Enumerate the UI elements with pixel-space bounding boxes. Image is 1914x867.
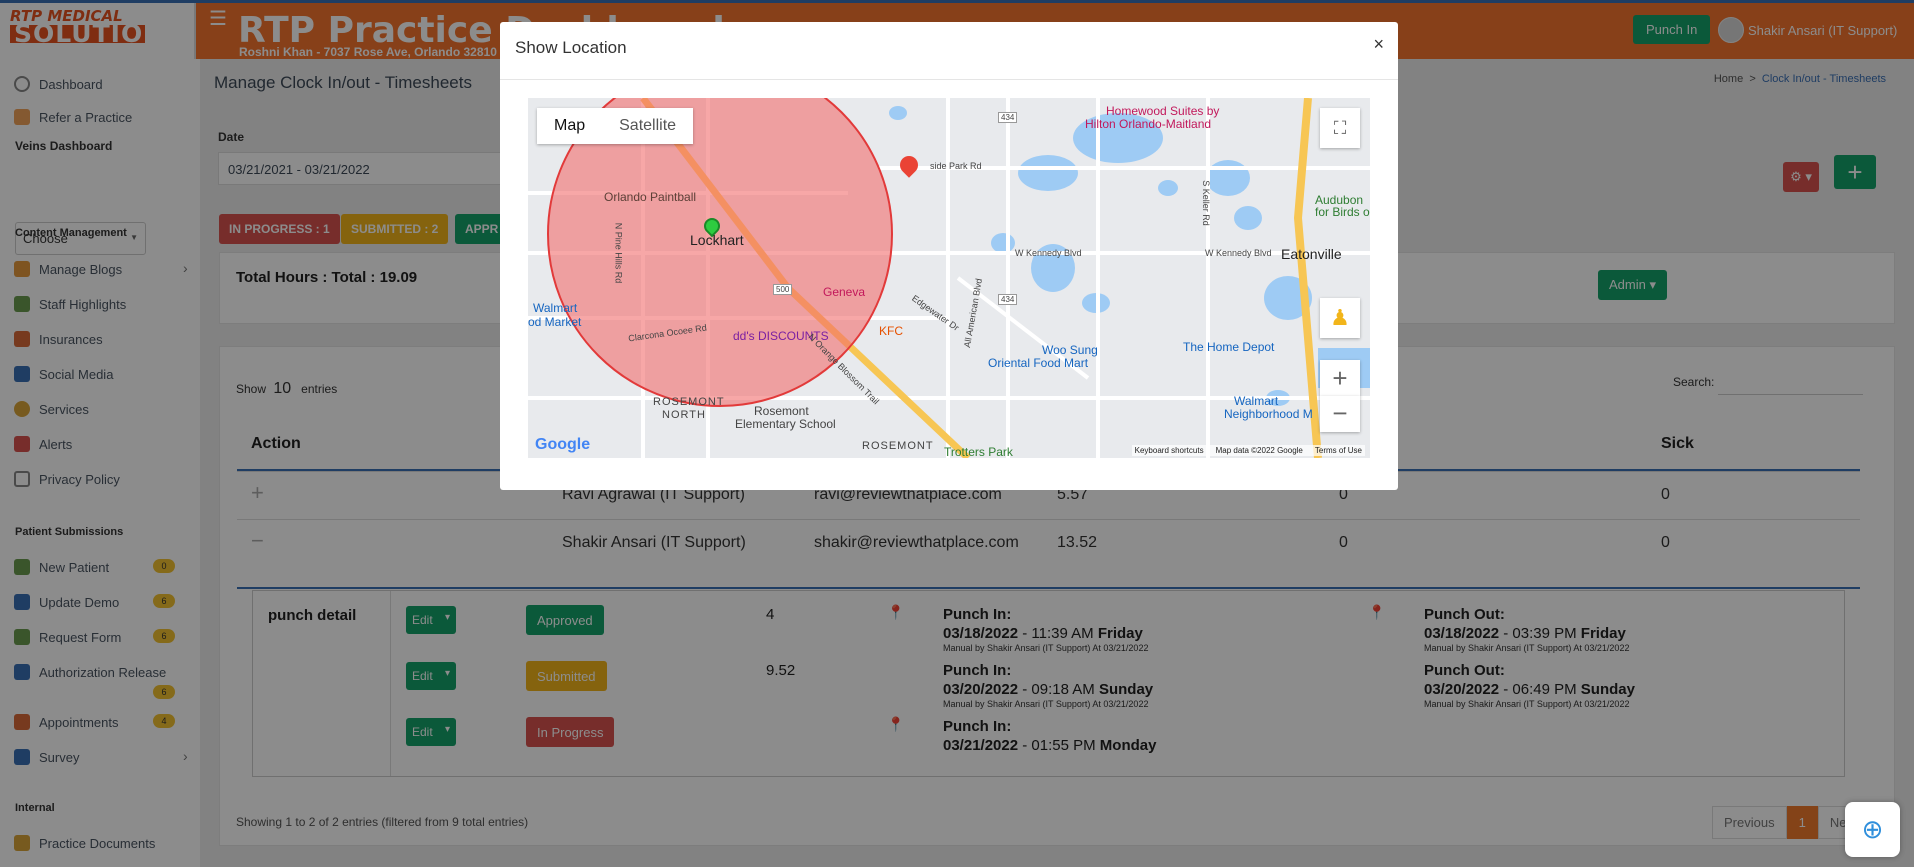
- google-logo: Google: [535, 436, 591, 453]
- map-label: N Pine Hills Rd: [613, 222, 624, 284]
- fullscreen-icon[interactable]: ⛶: [1320, 108, 1360, 148]
- map-label: Oriental Food Mart: [988, 356, 1089, 370]
- show-location-modal: Show Location × Map Satellite ⛶ ♟ + − Ho…: [500, 22, 1398, 490]
- map-label: Woo Sung: [1042, 343, 1098, 357]
- map-label: W Kennedy Blvd: [1015, 248, 1082, 258]
- map-label: Walmart: [533, 301, 578, 315]
- close-icon[interactable]: ×: [1373, 34, 1384, 55]
- map-type-tabs: Map Satellite: [537, 108, 694, 144]
- map-label: side Park Rd: [930, 161, 982, 171]
- route-shield: 434: [998, 294, 1018, 305]
- map-label: NORTH: [662, 409, 706, 421]
- terms-link[interactable]: Terms of Use: [1315, 446, 1362, 455]
- map-tab[interactable]: Map: [537, 108, 602, 144]
- map-label: Trotters Park: [944, 445, 1013, 458]
- map-label: ROSEMONT: [862, 440, 934, 452]
- divider: [500, 79, 1398, 80]
- map-label: Geneva: [823, 285, 866, 299]
- route-shield: 500: [773, 284, 793, 295]
- map-label: Homewood Suites by: [1106, 104, 1220, 118]
- map-label: The Home Depot: [1183, 340, 1275, 354]
- map-label: W Kennedy Blvd: [1205, 248, 1272, 258]
- satellite-tab[interactable]: Satellite: [602, 108, 693, 144]
- map-label: od Market: [528, 315, 582, 329]
- map-label: Hilton Orlando-Maitland: [1085, 117, 1212, 131]
- map-label: Eatonville: [1281, 246, 1342, 262]
- map[interactable]: Map Satellite ⛶ ♟ + − Homewood Suites by…: [528, 98, 1370, 458]
- map-label: S Keller Rd: [1200, 180, 1211, 226]
- route-shield: 434: [998, 112, 1018, 123]
- map-label: ROSEMONT: [653, 396, 725, 408]
- map-label: Rosemont: [754, 404, 809, 418]
- zoom-out-button[interactable]: −: [1320, 396, 1360, 432]
- help-widget-icon[interactable]: ⊕: [1845, 802, 1900, 857]
- map-label: Orlando Paintball: [604, 190, 697, 204]
- map-label: Neighborhood M: [1224, 407, 1313, 421]
- map-label: Lockhart: [690, 232, 744, 248]
- street-view-icon[interactable]: ♟: [1320, 298, 1360, 338]
- modal-title: Show Location: [515, 38, 627, 57]
- map-label: for Birds o: [1315, 205, 1370, 219]
- map-label: Elementary School: [735, 417, 836, 431]
- map-label: KFC: [879, 324, 903, 338]
- map-data-text: Map data ©2022 Google: [1215, 446, 1303, 455]
- zoom-in-button[interactable]: +: [1320, 360, 1360, 396]
- map-attribution: Keyboard shortcuts Map data ©2022 Google…: [1131, 445, 1365, 456]
- keyboard-shortcuts-link[interactable]: Keyboard shortcuts: [1135, 446, 1204, 455]
- map-label: Walmart: [1234, 394, 1279, 408]
